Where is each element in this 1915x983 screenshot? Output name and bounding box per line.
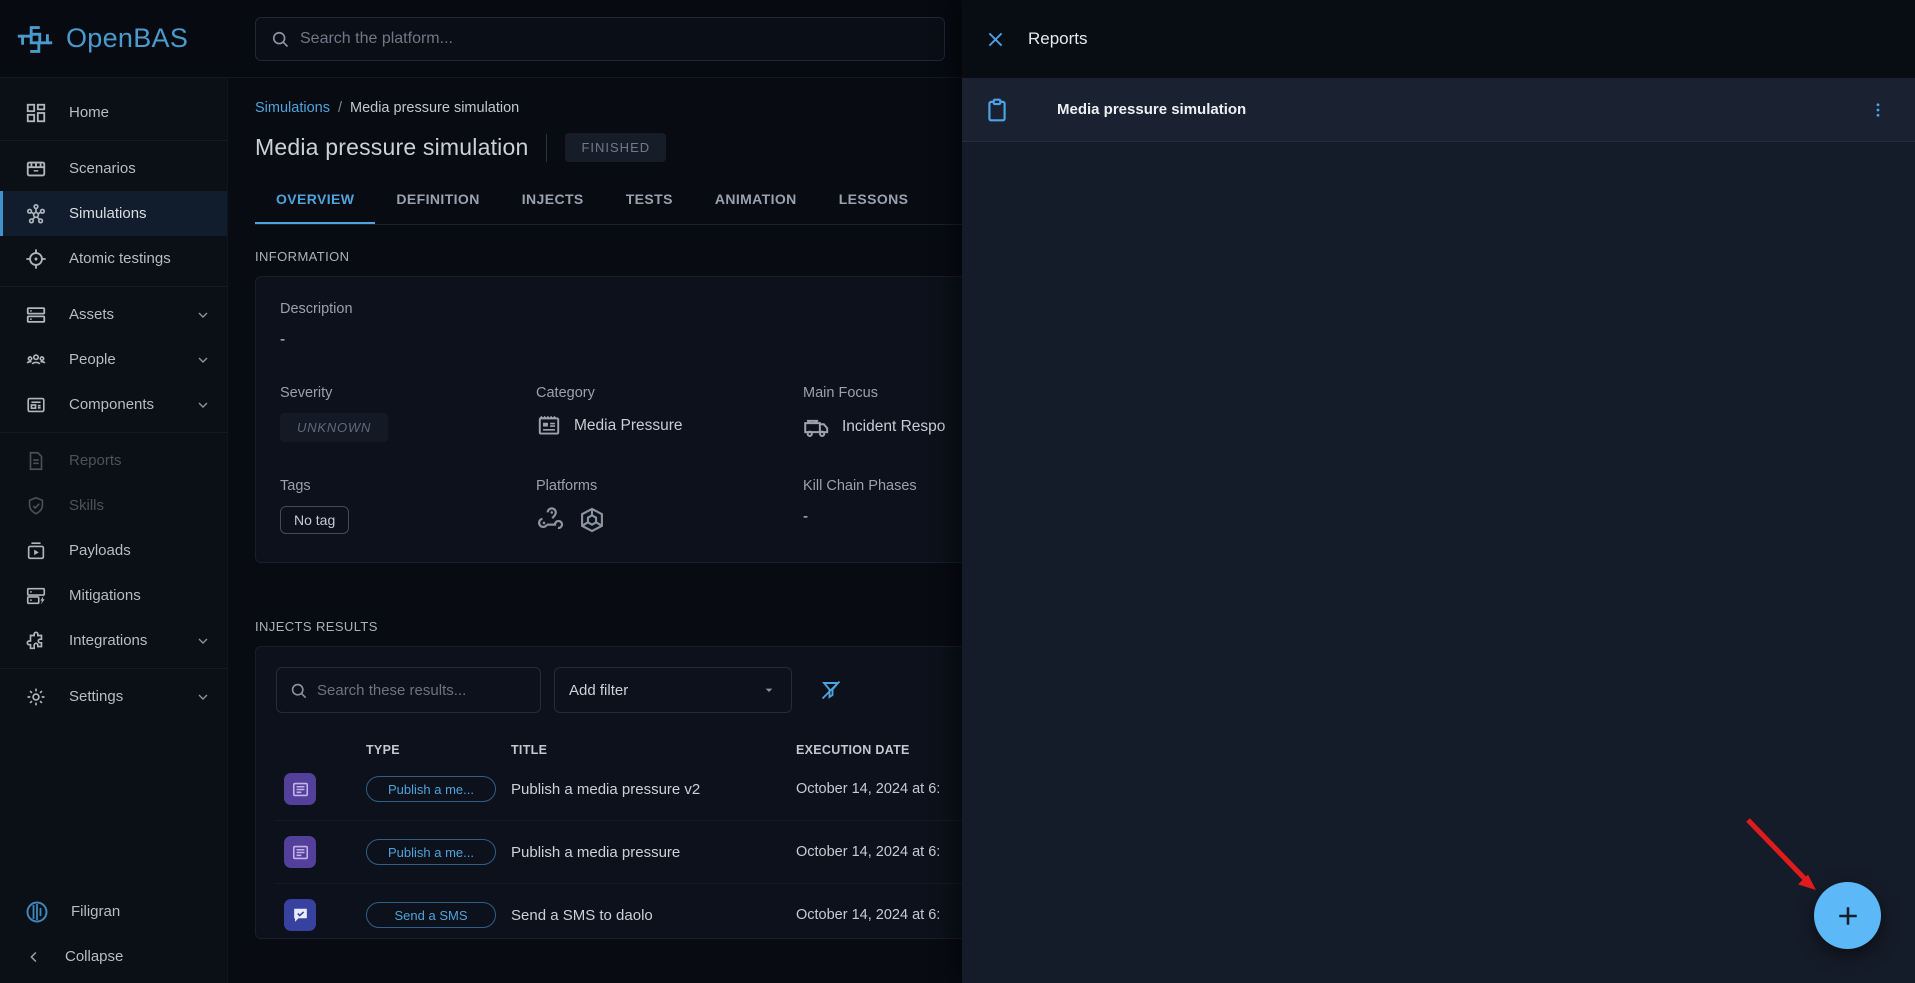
tab-animation[interactable]: ANIMATION [694, 176, 818, 224]
filigran-logo [25, 900, 49, 924]
add-report-fab[interactable] [1814, 882, 1881, 949]
category-value: Media Pressure [574, 417, 683, 435]
tab-injects[interactable]: INJECTS [501, 176, 605, 224]
internal-platform-icon [578, 506, 606, 534]
webhook-platform-icon [536, 506, 564, 534]
sidebar-item-atomic-testings[interactable]: Atomic testings [0, 236, 227, 281]
scenario-icon [25, 158, 47, 180]
sidebar-item-scenarios[interactable]: Scenarios [0, 146, 227, 191]
mitigation-icon [25, 585, 47, 607]
left-sidebar: Home Scenarios Simulations Atomic testin… [0, 78, 228, 983]
tags-field: Tags No tag [280, 478, 536, 534]
clipboard-icon [984, 97, 1010, 123]
platform-search[interactable] [255, 17, 945, 61]
tab-lessons[interactable]: LESSONS [818, 176, 930, 224]
storage-icon [25, 304, 47, 326]
inject-type-chip: Publish a me... [366, 776, 496, 802]
breadcrumb-separator: / [338, 100, 342, 116]
sidebar-divider [0, 286, 227, 287]
no-tag-chip: No tag [280, 506, 349, 534]
sidebar-item-integrations[interactable]: Integrations [0, 618, 227, 663]
brand-logo[interactable]: OpenBAS [0, 18, 228, 60]
sidebar-item-components[interactable]: Components [0, 382, 227, 427]
tab-overview[interactable]: OVERVIEW [255, 176, 375, 224]
media-pressure-type-icon [284, 836, 316, 868]
chevron-down-icon[interactable] [195, 307, 211, 323]
report-icon [25, 450, 47, 472]
sidebar-item-reports: Reports [0, 438, 227, 483]
sidebar-item-home[interactable]: Home [0, 90, 227, 135]
people-icon [25, 349, 47, 371]
chevron-down-icon[interactable] [195, 352, 211, 368]
plus-icon [1834, 902, 1862, 930]
breadcrumb-simulations-link[interactable]: Simulations [255, 100, 330, 116]
openbas-logo-icon [14, 18, 56, 60]
payload-icon [25, 540, 47, 562]
brand-name: OpenBAS [66, 23, 188, 54]
drawer-title: Reports [1028, 29, 1088, 49]
category-field: Category Media Pressure [536, 385, 803, 442]
newspaper-icon [25, 394, 47, 416]
page-title: Media pressure simulation [255, 134, 528, 161]
target-icon [25, 248, 47, 270]
sidebar-footer: Filigran Collapse [0, 889, 227, 979]
results-search-input[interactable] [317, 682, 528, 699]
caret-down-icon [761, 682, 777, 698]
inject-title: Publish a media pressure v2 [511, 781, 796, 798]
sidebar-item-filigran[interactable]: Filigran [0, 889, 227, 934]
inject-title: Send a SMS to daolo [511, 907, 796, 924]
sidebar-item-mitigations[interactable]: Mitigations [0, 573, 227, 618]
firetruck-icon [803, 413, 830, 440]
search-icon [270, 29, 290, 49]
sidebar-item-assets[interactable]: Assets [0, 292, 227, 337]
sidebar-item-payloads[interactable]: Payloads [0, 528, 227, 573]
breadcrumb-current: Media pressure simulation [350, 100, 519, 116]
dashboard-icon [25, 102, 47, 124]
results-search[interactable] [276, 667, 541, 713]
puzzle-icon [25, 630, 47, 652]
severity-badge: UNKNOWN [280, 413, 388, 442]
search-icon [289, 681, 308, 700]
hub-icon [25, 203, 47, 225]
inject-type-chip: Send a SMS [366, 902, 496, 928]
platforms-field: Platforms [536, 478, 803, 534]
report-item-label: Media pressure simulation [1057, 101, 1246, 118]
inject-type-chip: Publish a me... [366, 839, 496, 865]
drawer-header: Reports [962, 0, 1915, 78]
chevron-down-icon[interactable] [195, 397, 211, 413]
inject-title: Publish a media pressure [511, 844, 796, 861]
media-pressure-type-icon [284, 773, 316, 805]
column-header-title[interactable]: TITLE [511, 743, 796, 757]
main-focus-value: Incident Respo [842, 418, 945, 436]
sidebar-item-simulations[interactable]: Simulations [0, 191, 227, 236]
platform-search-input[interactable] [300, 30, 930, 48]
sidebar-item-skills: Skills [0, 483, 227, 528]
tab-tests[interactable]: TESTS [605, 176, 694, 224]
sidebar-item-settings[interactable]: Settings [0, 674, 227, 719]
reports-drawer: Reports Media pressure simulation [962, 0, 1915, 983]
add-filter-select[interactable]: Add filter [554, 667, 792, 713]
report-list-item[interactable]: Media pressure simulation [962, 78, 1915, 142]
chevron-left-icon [25, 948, 43, 966]
newspaper-icon [536, 413, 562, 439]
tab-definition[interactable]: DEFINITION [375, 176, 500, 224]
sidebar-divider [0, 140, 227, 141]
gear-icon [25, 686, 47, 708]
severity-field: Severity UNKNOWN [280, 385, 536, 442]
title-divider [546, 134, 547, 162]
kebab-menu-icon[interactable] [1863, 95, 1893, 125]
close-icon[interactable] [985, 29, 1006, 50]
clear-filters-icon[interactable] [819, 678, 843, 702]
chevron-down-icon[interactable] [195, 633, 211, 649]
sidebar-divider [0, 668, 227, 669]
status-badge: FINISHED [565, 133, 666, 162]
sidebar-divider [0, 432, 227, 433]
sms-type-icon [284, 899, 316, 931]
sidebar-item-people[interactable]: People [0, 337, 227, 382]
sidebar-collapse-button[interactable]: Collapse [0, 934, 227, 979]
shield-check-icon [25, 495, 47, 517]
column-header-type[interactable]: TYPE [366, 743, 511, 757]
chevron-down-icon[interactable] [195, 689, 211, 705]
